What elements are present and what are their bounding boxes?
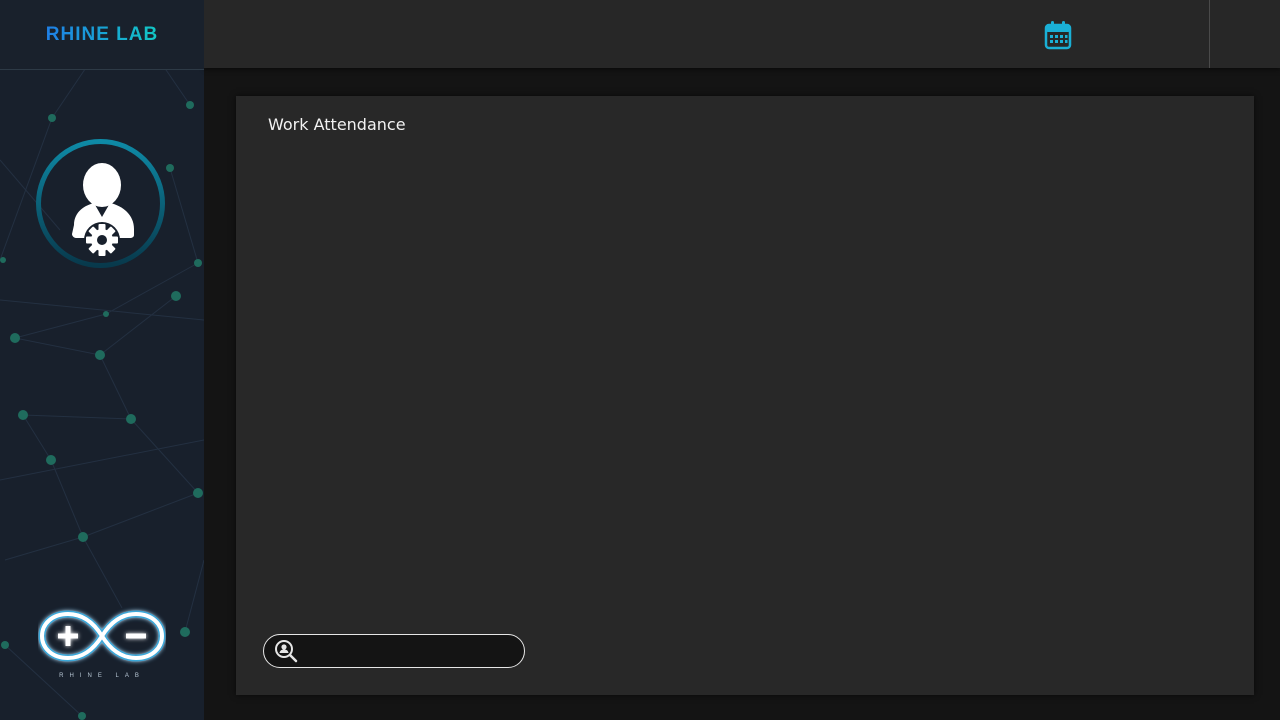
topbar-divider <box>1209 0 1210 68</box>
calendar-icon[interactable] <box>1044 20 1072 50</box>
brand-title: RHINE LAB <box>45 23 159 45</box>
brand-header[interactable]: RHINE LAB <box>0 0 204 70</box>
panel-title: Work Attendance <box>268 115 406 134</box>
logo-caption: RHINE LAB <box>59 673 145 679</box>
top-bar <box>204 0 1280 68</box>
search-input[interactable] <box>298 636 524 666</box>
infinity-plus-minus-logo: RHINE LAB <box>38 610 166 679</box>
attendance-panel: Work Attendance <box>236 96 1254 695</box>
user-settings-icon[interactable] <box>34 137 167 270</box>
sidebar: RHINE LAB RHINE LAB <box>0 0 204 720</box>
search-box[interactable] <box>263 634 525 668</box>
user-search-icon <box>275 640 298 663</box>
